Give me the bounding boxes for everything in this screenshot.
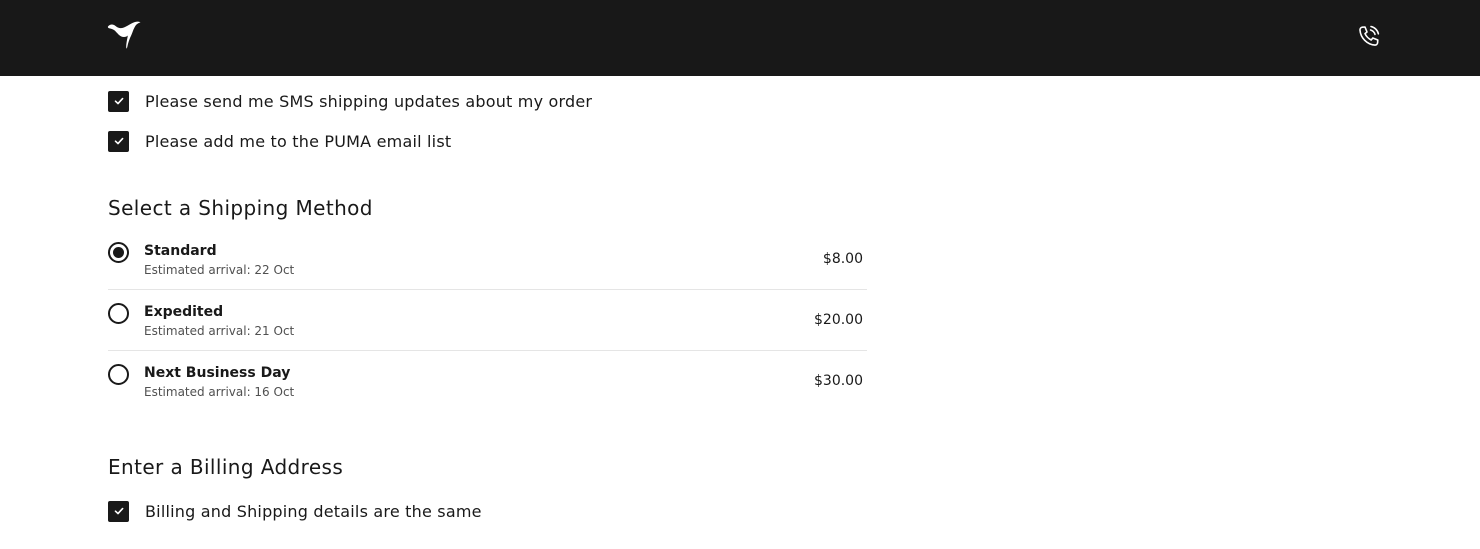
site-header	[0, 0, 1480, 76]
shipping-option-name: Standard	[144, 243, 217, 259]
shipping-radio-next-business-day[interactable]	[108, 364, 129, 385]
shipping-option-name: Expedited	[144, 304, 224, 320]
email-list-checkbox[interactable]	[108, 130, 129, 152]
sms-updates-label: Please send me SMS shipping updates abou…	[145, 91, 593, 111]
shipping-option-eta: Estimated arrival: 21 Oct	[144, 324, 295, 338]
checkmark-icon	[114, 137, 123, 145]
shipping-option-next-business-day[interactable]: Next Business Day Estimated arrival: 16 …	[108, 351, 867, 412]
shipping-method-list: Standard Estimated arrival: 22 Oct $8.00…	[108, 229, 867, 412]
phone-call-icon[interactable]	[1357, 24, 1381, 48]
billing-same-label: Billing and Shipping details are the sam…	[145, 501, 482, 521]
sms-updates-checkbox[interactable]	[108, 90, 129, 112]
shipping-radio-expedited[interactable]	[108, 303, 129, 324]
shipping-method-title: Select a Shipping Method	[108, 196, 373, 220]
billing-address-title: Enter a Billing Address	[108, 455, 344, 479]
shipping-option-eta: Estimated arrival: 22 Oct	[144, 263, 295, 277]
shipping-option-expedited[interactable]: Expedited Estimated arrival: 21 Oct $20.…	[108, 290, 867, 351]
shipping-option-price: $8.00	[822, 251, 863, 267]
billing-same-checkbox[interactable]	[108, 500, 129, 522]
shipping-option-price: $20.00	[814, 312, 863, 328]
billing-same-checkbox-row[interactable]: Billing and Shipping details are the sam…	[108, 500, 482, 522]
shipping-option-price: $30.00	[814, 373, 863, 389]
shipping-option-eta: Estimated arrival: 16 Oct	[144, 385, 295, 399]
shipping-option-name: Next Business Day	[144, 365, 291, 381]
sms-updates-checkbox-row[interactable]: Please send me SMS shipping updates abou…	[108, 90, 592, 112]
puma-cat-logo-icon[interactable]	[107, 21, 141, 49]
shipping-option-standard[interactable]: Standard Estimated arrival: 22 Oct $8.00	[108, 229, 867, 290]
email-list-label: Please add me to the PUMA email list	[145, 131, 452, 151]
shipping-radio-standard[interactable]	[108, 242, 129, 263]
checkmark-icon	[114, 507, 123, 515]
email-list-checkbox-row[interactable]: Please add me to the PUMA email list	[108, 130, 451, 152]
checkmark-icon	[114, 97, 123, 105]
